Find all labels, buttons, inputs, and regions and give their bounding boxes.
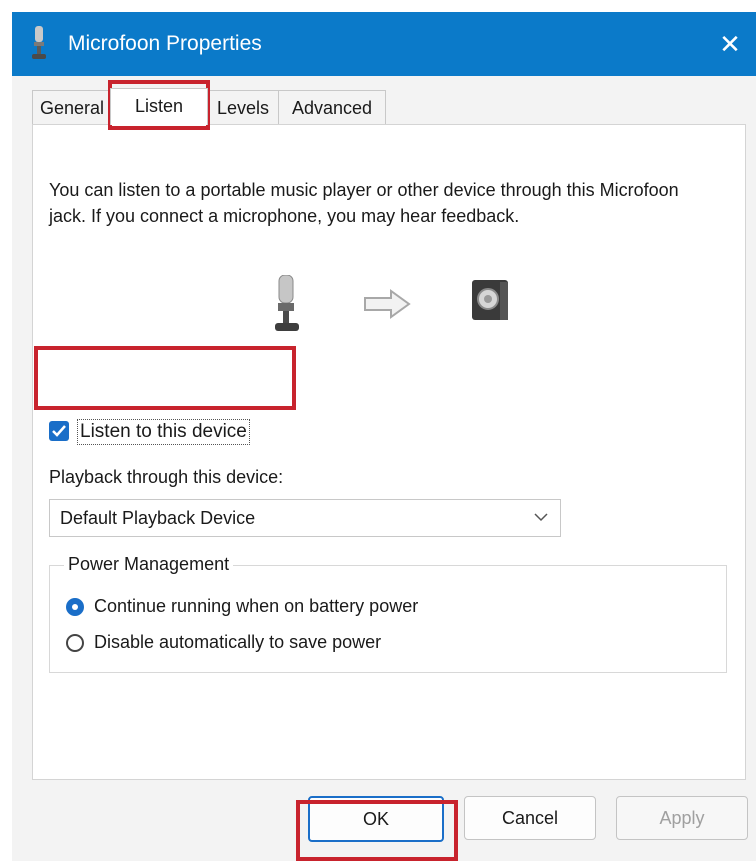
dialog-body: General Listen Levels Advanced You can l… <box>12 76 756 861</box>
close-button[interactable]: ✕ <box>710 24 750 64</box>
power-management-legend: Power Management <box>64 554 234 575</box>
tab-levels[interactable]: Levels <box>206 90 280 125</box>
playback-device-select[interactable]: Default Playback Device <box>49 499 561 537</box>
radio-button-selected[interactable] <box>66 598 84 616</box>
cancel-button[interactable]: Cancel <box>464 796 596 840</box>
radio-disable-label: Disable automatically to save power <box>94 632 382 652</box>
microphone-icon <box>275 275 299 331</box>
tab-advanced[interactable]: Advanced <box>278 90 386 125</box>
checkmark-icon <box>52 425 66 437</box>
speaker-icon <box>472 280 508 320</box>
listen-description: You can listen to a portable music playe… <box>49 180 679 226</box>
listen-checkbox[interactable] <box>49 421 69 441</box>
title-bar: Microfoon Properties ✕ <box>12 12 756 76</box>
playback-label: Playback through this device: <box>49 467 284 487</box>
arrow-right-icon <box>364 289 411 319</box>
radio-button-unselected[interactable] <box>66 634 84 652</box>
listen-panel: You can listen to a portable music playe… <box>32 124 746 780</box>
device-flow-illustration <box>273 275 533 335</box>
power-management-group: Power Management Continue running when o… <box>49 554 727 673</box>
listen-checkbox-label[interactable]: Listen to this device <box>77 419 250 445</box>
chevron-down-icon <box>534 513 548 522</box>
window-title: Microfoon Properties <box>68 32 262 55</box>
tab-general[interactable]: General <box>32 90 112 125</box>
tab-listen[interactable]: Listen <box>110 88 208 125</box>
playback-device-value: Default Playback Device <box>60 508 256 528</box>
radio-continue-label: Continue running when on battery power <box>94 596 419 616</box>
apply-button[interactable]: Apply <box>616 796 748 840</box>
microphone-icon <box>32 26 46 59</box>
ok-button[interactable]: OK <box>308 796 444 842</box>
